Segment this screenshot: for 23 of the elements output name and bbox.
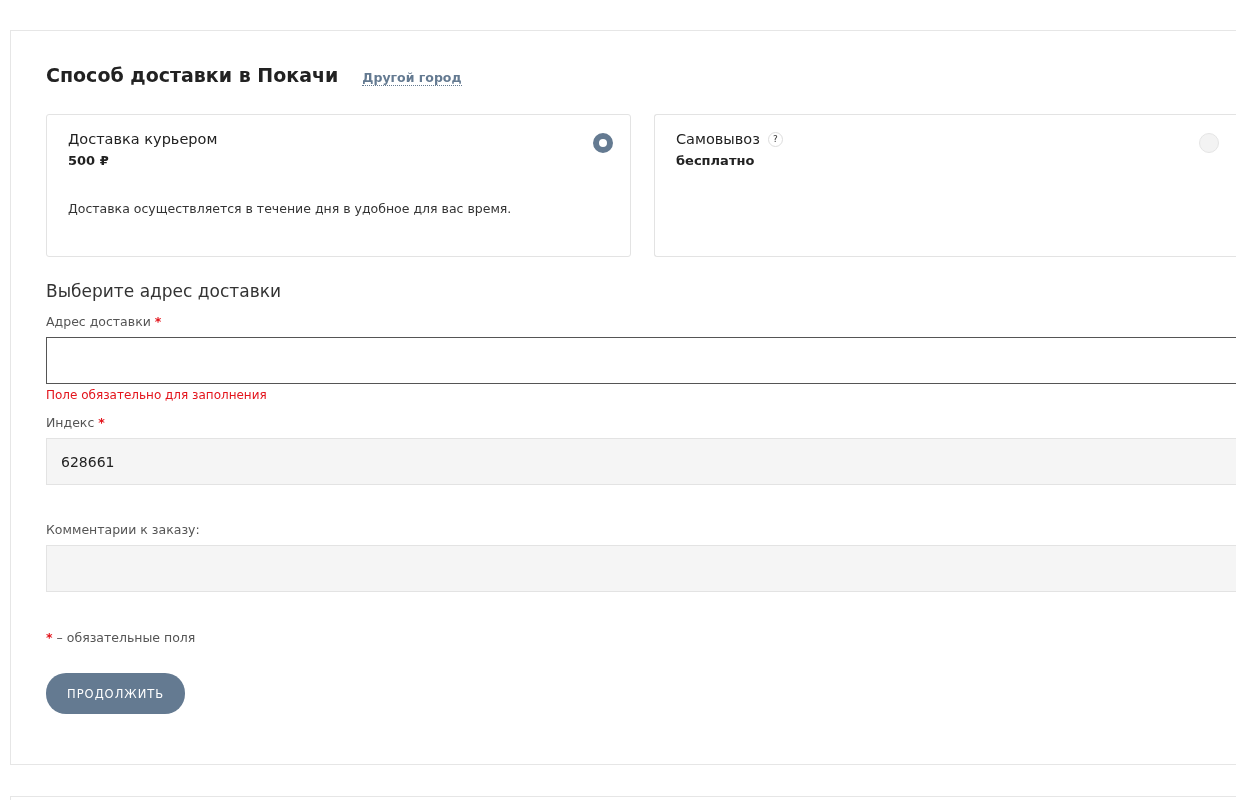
delivery-option-card[interactable]: Доставка курьером 500 ₽ Доставка осуществляется в течение дня в удобное для вас время. bbox=[46, 114, 631, 257]
field-label: Комментарии к заказу: bbox=[46, 521, 200, 537]
option-price: бесплатно bbox=[676, 153, 756, 168]
option-name: Самовывоз bbox=[676, 131, 760, 147]
delivery-option-card[interactable]: Самовывоз ? бесплатно bbox=[654, 114, 1236, 257]
field-label: Индекс bbox=[46, 414, 95, 430]
required-mark: * bbox=[98, 414, 105, 430]
section-title: Способ доставки в Покачи bbox=[46, 64, 339, 86]
required-mark: * bbox=[46, 630, 53, 645]
field-label: Адрес доставки bbox=[46, 313, 151, 329]
address-heading: Выберите адрес доставки bbox=[46, 281, 282, 301]
required-mark: * bbox=[154, 313, 162, 329]
continue-button[interactable]: ПРОДОЛЖИТЬ bbox=[46, 673, 186, 714]
required-note: – обязательные поля bbox=[56, 630, 196, 645]
error-message: Поле обязательно для заполнения bbox=[46, 388, 268, 402]
city-link[interactable]: Другой город bbox=[362, 71, 462, 86]
comment-field[interactable] bbox=[46, 545, 1236, 592]
option-description: Доставка осуществляется в течение дня в удобное для вас время. bbox=[68, 201, 513, 216]
text-field[interactable]: 628661 bbox=[46, 438, 1236, 485]
option-price: 500 ₽ bbox=[68, 153, 110, 168]
radio-button[interactable] bbox=[593, 133, 613, 153]
text-field[interactable] bbox=[46, 337, 1236, 384]
option-name: Доставка курьером bbox=[68, 131, 218, 147]
